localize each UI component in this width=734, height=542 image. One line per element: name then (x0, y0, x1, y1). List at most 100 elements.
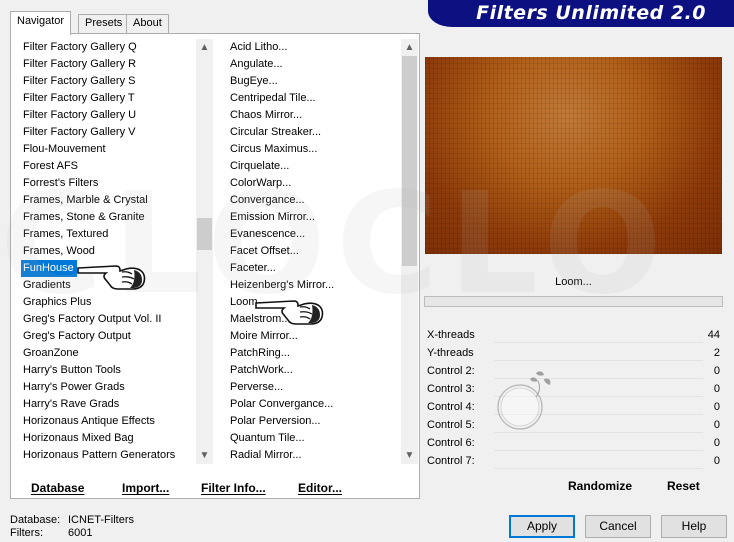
cancel-button[interactable]: Cancel (585, 515, 651, 538)
category-list[interactable]: Filter Factory Gallery Q Filter Factory G… (21, 39, 199, 464)
tab-about[interactable]: About (126, 14, 169, 34)
param-value: 0 (713, 383, 720, 395)
up-arrow-icon[interactable]: ▲ (401, 39, 418, 56)
filter-list-item[interactable]: Acid Litho... (228, 39, 398, 56)
category-list-item-label: Harry's Button Tools (23, 364, 121, 376)
filters-count-label: Filters: (10, 527, 43, 539)
filter-list-item[interactable]: Chaos Mirror... (228, 107, 398, 124)
category-list-item[interactable]: Frames, Marble & Crystal (21, 192, 199, 209)
filter-list-item[interactable]: Polar Perversion... (228, 413, 398, 430)
param-value: 0 (713, 365, 720, 377)
filter-list-item[interactable]: Facet Offset... (228, 243, 398, 260)
category-list-item[interactable]: Harry's Rave Grads (21, 396, 199, 413)
navigator-panel: Filter Factory Gallery Q Filter Factory G… (10, 33, 420, 499)
category-list-item[interactable]: Flou-Mouvement (21, 141, 199, 158)
category-list-item-label: Forest AFS (23, 160, 79, 172)
filter-scrollbar[interactable]: ▲ ▼ (401, 39, 418, 464)
category-list-item[interactable]: Greg's Factory Output (21, 328, 199, 345)
tab-navigator[interactable]: Navigator (10, 11, 72, 35)
category-list-item-label: Filter Factory Gallery T (23, 92, 135, 104)
down-arrow-icon[interactable]: ▼ (196, 447, 213, 464)
filter-list-item[interactable]: Radial Mirror... (228, 447, 398, 464)
filter-list-item[interactable]: Faceter... (228, 260, 398, 277)
filter-list-item[interactable]: Evanescence... (228, 226, 398, 243)
category-list-item[interactable]: Forrest's Filters (21, 175, 199, 192)
database-value: ICNET-Filters (68, 514, 134, 526)
filter-list-item[interactable]: Polar Convergance... (228, 396, 398, 413)
category-list-item-label: GroanZone (23, 347, 79, 359)
filter-list-item[interactable]: Emission Mirror... (228, 209, 398, 226)
param-label: Control 7: (427, 455, 475, 467)
randomize-button[interactable]: Randomize (568, 479, 632, 493)
category-list-item-label: Filter Factory Gallery Q (23, 41, 137, 53)
category-list-item[interactable]: Horizonaus Mixed Bag (21, 430, 199, 447)
param-row[interactable]: X-threads 44 (424, 327, 723, 345)
up-arrow-icon[interactable]: ▲ (196, 39, 213, 56)
help-button[interactable]: Help (661, 515, 727, 538)
reset-button[interactable]: Reset (667, 479, 700, 493)
apply-button[interactable]: Apply (509, 515, 575, 538)
param-slider-track[interactable] (494, 450, 703, 451)
param-slider-track[interactable] (494, 342, 703, 343)
category-scrollbar[interactable]: ▲ ▼ (196, 39, 213, 464)
filter-list-item[interactable]: Perverse... (228, 379, 398, 396)
import-button[interactable]: Import... (122, 481, 169, 499)
category-list-item-label: Harry's Rave Grads (23, 398, 120, 410)
down-arrow-icon[interactable]: ▼ (401, 447, 418, 464)
filter-list-item[interactable]: Cirquelate... (228, 158, 398, 175)
filter-list-item[interactable]: Quantum Tile... (228, 430, 398, 447)
category-list-item[interactable]: Frames, Textured (21, 226, 199, 243)
param-value: 0 (713, 455, 720, 467)
category-list-item[interactable]: Frames, Stone & Granite (21, 209, 199, 226)
category-list-item-label: Greg's Factory Output Vol. II (23, 313, 162, 325)
category-list-item-label: Frames, Textured (23, 228, 109, 240)
param-row[interactable]: Y-threads 2 (424, 345, 723, 363)
pointing-hand-icon (77, 265, 146, 290)
category-list-item[interactable]: GroanZone (21, 345, 199, 362)
editor-button[interactable]: Editor... (298, 481, 342, 499)
category-list-item[interactable]: Graphics Plus (21, 294, 199, 311)
category-list-item[interactable]: Filter Factory Gallery U (21, 107, 199, 124)
filter-list-item[interactable]: Convergance... (228, 192, 398, 209)
category-list-item-label: Horizonaus Antique Effects (23, 415, 155, 427)
category-list-item-label: Gradients (23, 279, 71, 291)
title-banner: Filters Unlimited 2.0 (428, 0, 734, 27)
filter-list[interactable]: Acid Litho... Angulate... BugEye... Centrip… (228, 39, 398, 464)
category-list-item-label: Frames, Marble & Crystal (23, 194, 148, 206)
category-list-item[interactable]: Filter Factory Gallery R (21, 56, 199, 73)
category-list-item[interactable]: Harry's Power Grads (21, 379, 199, 396)
category-list-item-label: Harry's Power Grads (23, 381, 125, 393)
filter-list-item[interactable]: Moire Mirror... (228, 328, 398, 345)
filter-list-item[interactable]: PatchRing... (228, 345, 398, 362)
param-row[interactable]: Control 7: 0 (424, 453, 723, 471)
category-list-item[interactable]: Horizonaus Antique Effects (21, 413, 199, 430)
param-label: Control 4: (427, 401, 475, 413)
filter-list-item[interactable]: BugEye... (228, 73, 398, 90)
database-button[interactable]: Database (31, 481, 84, 499)
filter-info-button[interactable]: Filter Info... (201, 481, 266, 499)
category-list-item-label: Forrest's Filters (23, 177, 99, 189)
filter-list-item[interactable]: Circular Streaker... (228, 124, 398, 141)
filter-list-item[interactable]: ColorWarp... (228, 175, 398, 192)
category-list-item-label: Horizonaus Pattern Generators (23, 449, 176, 461)
filter-list-item[interactable]: Centripedal Tile... (228, 90, 398, 107)
category-list-item[interactable]: Greg's Factory Output Vol. II (21, 311, 199, 328)
filter-list-item[interactable]: Heizenberg's Mirror... (228, 277, 398, 294)
category-list-item[interactable]: Filter Factory Gallery V (21, 124, 199, 141)
category-list-item[interactable]: Filter Factory Gallery S (21, 73, 199, 90)
filter-list-item[interactable]: Angulate... (228, 56, 398, 73)
category-list-item[interactable]: Forest AFS (21, 158, 199, 175)
param-slider-track[interactable] (494, 360, 703, 361)
category-list-item[interactable]: Filter Factory Gallery Q (21, 39, 199, 56)
filter-list-item[interactable]: Circus Maximus... (228, 141, 398, 158)
tab-presets[interactable]: Presets (78, 14, 130, 34)
param-row[interactable]: Control 6: 0 (424, 435, 723, 453)
category-scroll-thumb[interactable] (197, 217, 212, 250)
filter-scroll-thumb[interactable] (402, 56, 417, 266)
param-slider-track[interactable] (494, 468, 703, 469)
category-list-item[interactable]: Filter Factory Gallery T (21, 90, 199, 107)
filter-list-item[interactable]: PatchWork... (228, 362, 398, 379)
param-label: Control 2: (427, 365, 475, 377)
category-list-item[interactable]: Horizonaus Pattern Generators (21, 447, 199, 464)
category-list-item[interactable]: Harry's Button Tools (21, 362, 199, 379)
